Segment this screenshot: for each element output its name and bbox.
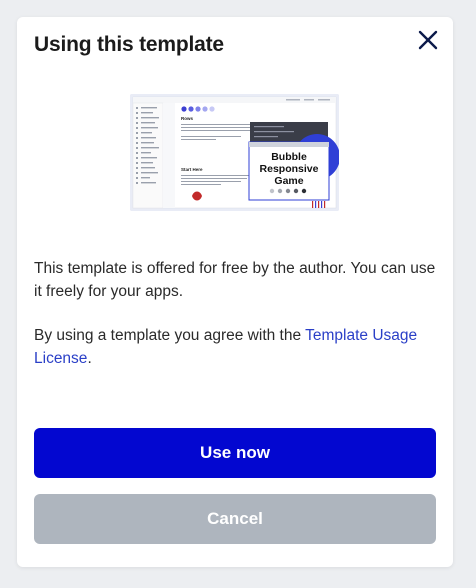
- cancel-button[interactable]: Cancel: [34, 494, 436, 544]
- use-now-label: Use now: [200, 443, 270, 462]
- description-paragraph-2: By using a template you agree with the T…: [34, 324, 444, 370]
- modal-title: Using this template: [34, 33, 224, 56]
- preview-badge-line3: Game: [274, 175, 303, 187]
- cancel-label: Cancel: [207, 509, 263, 528]
- use-now-button[interactable]: Use now: [34, 428, 436, 478]
- preview-rows-label: Rows: [181, 116, 193, 121]
- preview-badge-line1: Bubble: [271, 151, 307, 163]
- license-suffix-text: .: [87, 350, 92, 367]
- template-preview-graphic: Rows Start Here Bubble Responsive Game: [130, 94, 339, 211]
- template-description: This template is offered for free by the…: [34, 257, 444, 370]
- close-icon[interactable]: [415, 27, 441, 53]
- preview-start-label: Start Here: [181, 167, 203, 172]
- description-paragraph-1: This template is offered for free by the…: [34, 260, 436, 300]
- template-modal: Using this template Rows Start Here Bubb…: [17, 17, 453, 567]
- template-preview-image: Rows Start Here Bubble Responsive Game: [130, 94, 339, 211]
- license-prefix-text: By using a template you agree with the: [34, 327, 306, 344]
- preview-badge-line2: Responsive: [260, 163, 319, 175]
